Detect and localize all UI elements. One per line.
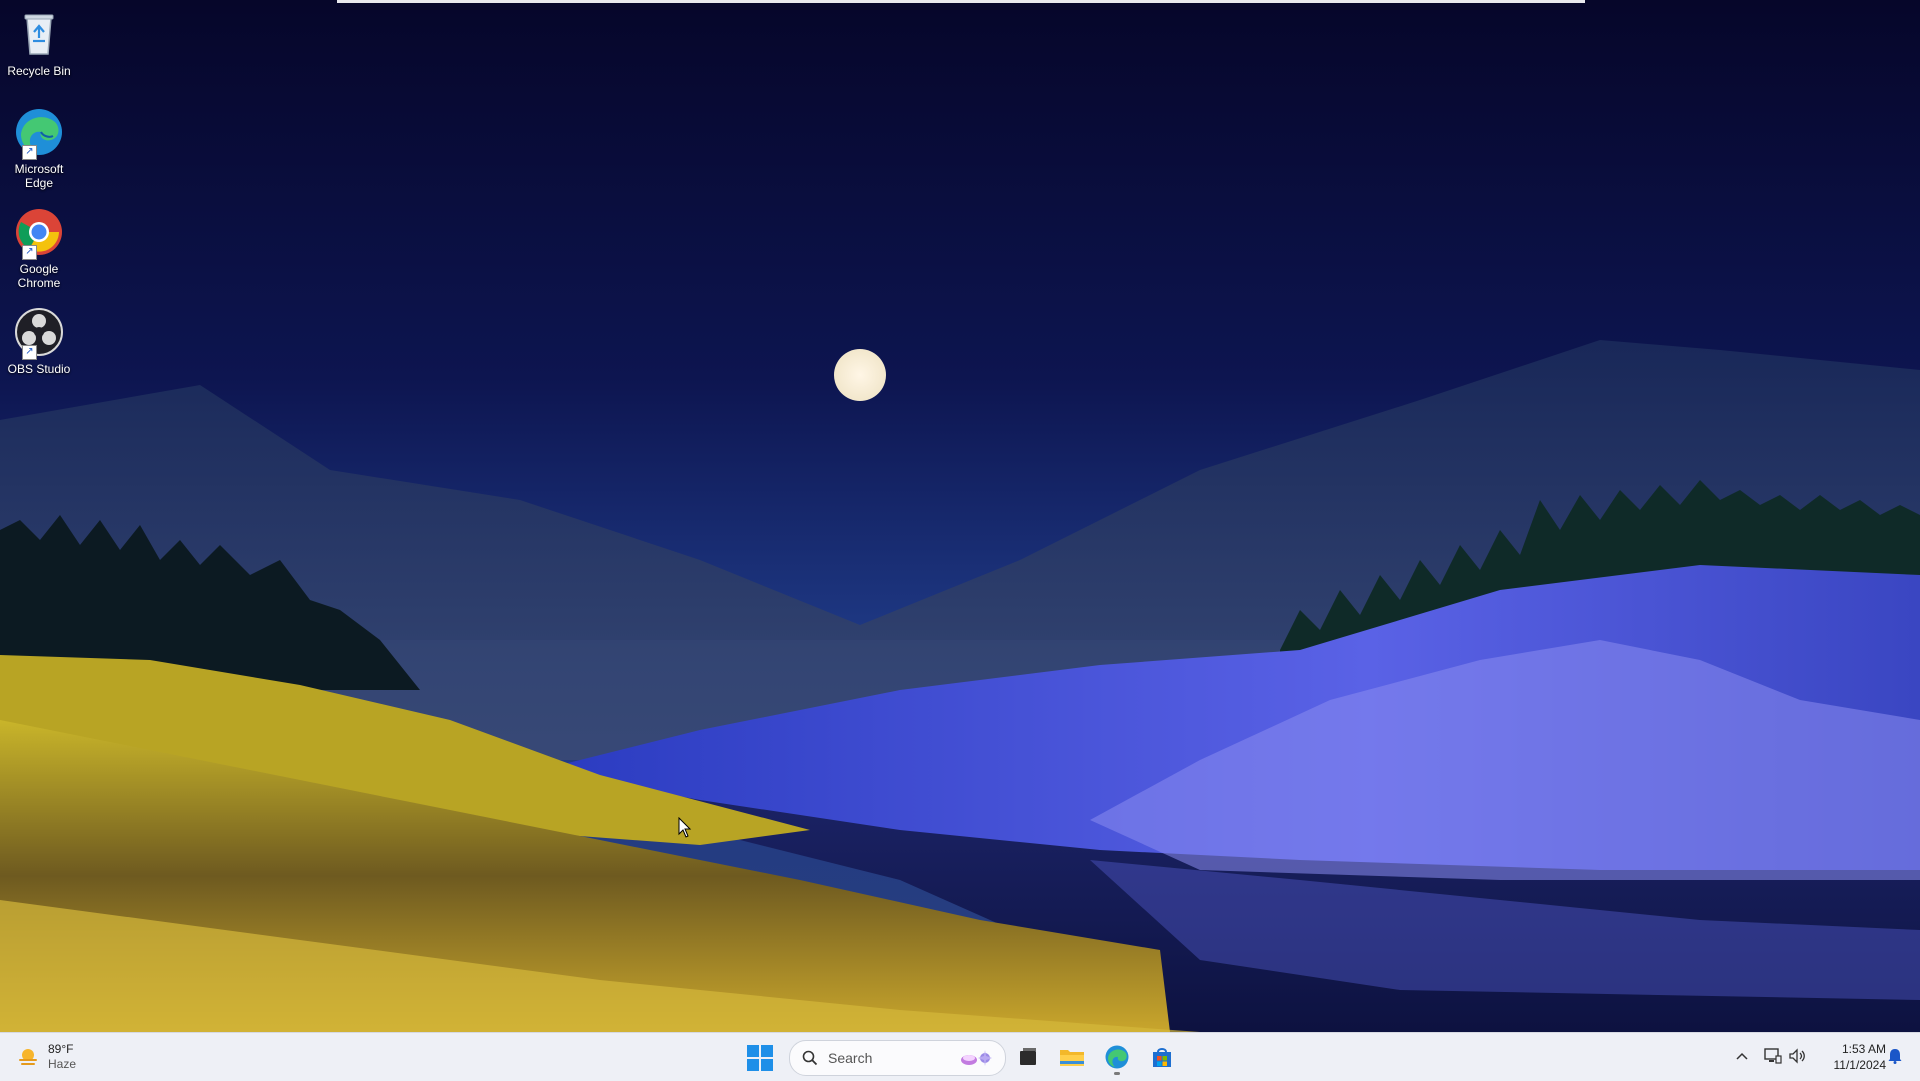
weather-condition: Haze	[48, 1057, 77, 1071]
windows-start-icon	[747, 1045, 759, 1057]
search-highlight-icon	[961, 1050, 992, 1066]
tray-network-button[interactable]	[1762, 1045, 1784, 1067]
volume-icon	[1789, 1048, 1805, 1064]
top-edge-bar	[337, 0, 1585, 3]
recycle-bin-icon	[13, 8, 65, 60]
windows-logo-pane	[761, 1059, 773, 1071]
store-icon	[1153, 1048, 1171, 1067]
taskbar: 89°F Haze Search 1:53 AM 11/1/2024	[0, 1032, 1920, 1081]
clock-time: 1:53 AM	[1841, 1042, 1886, 1056]
notification-center-button[interactable]	[1884, 1045, 1906, 1067]
chevron-up-icon	[1736, 1052, 1748, 1060]
task-view-icon	[1020, 1048, 1036, 1065]
obs-icon: ↗	[13, 306, 65, 360]
shortcut-arrow-icon: ↗	[22, 345, 37, 360]
desktop-icon-label: Google Chrome	[17, 262, 61, 290]
desktop-icon-label: Recycle Bin	[7, 64, 71, 78]
weather-widget[interactable]: 89°F Haze	[16, 1041, 76, 1073]
edge-icon	[1105, 1045, 1129, 1069]
start-button[interactable]	[747, 1045, 773, 1071]
taskbar-task-view[interactable]	[1012, 1041, 1044, 1073]
windows-logo-pane	[761, 1045, 773, 1057]
weather-temperature: 89°F	[48, 1042, 74, 1056]
windows-logo-pane	[747, 1059, 759, 1071]
active-indicator	[1114, 1072, 1120, 1075]
desktop-icon-chrome[interactable]: ↗ Google Chrome	[4, 206, 74, 290]
bell-icon	[1888, 1049, 1902, 1064]
network-icon	[1764, 1048, 1782, 1064]
desktop-icon-edge[interactable]: ↗ Microsoft Edge	[4, 106, 74, 190]
shortcut-arrow-icon: ↗	[22, 245, 37, 260]
desktop-icon-label: OBS Studio	[7, 362, 71, 376]
sun-haze-icon	[19, 1049, 37, 1065]
taskbar-clock[interactable]: 1:53 AM 11/1/2024	[1814, 1041, 1887, 1073]
chrome-icon: ↗	[13, 206, 65, 260]
tray-overflow-button[interactable]	[1731, 1045, 1753, 1067]
edge-icon: ↗	[13, 106, 65, 160]
desktop-icon-label: Microsoft Edge	[14, 162, 64, 190]
clock-date: 11/1/2024	[1833, 1058, 1887, 1072]
taskbar-file-explorer[interactable]	[1056, 1041, 1088, 1073]
folder-icon	[1060, 1050, 1084, 1066]
desktop-icon-obs[interactable]: ↗ OBS Studio	[4, 306, 74, 376]
shortcut-arrow-icon: ↗	[22, 145, 37, 160]
desktop-icon-recycle-bin[interactable]: Recycle Bin	[4, 8, 74, 78]
taskbar-edge[interactable]	[1101, 1041, 1133, 1075]
tray-volume-button[interactable]	[1786, 1045, 1808, 1067]
mouse-cursor-icon	[678, 817, 692, 838]
desktop-wallpaper	[0, 0, 1920, 1080]
taskbar-search-box[interactable]	[789, 1040, 1006, 1076]
taskbar-store[interactable]	[1146, 1041, 1178, 1073]
search-icon	[802, 1050, 818, 1066]
search-input[interactable]	[826, 1049, 950, 1067]
